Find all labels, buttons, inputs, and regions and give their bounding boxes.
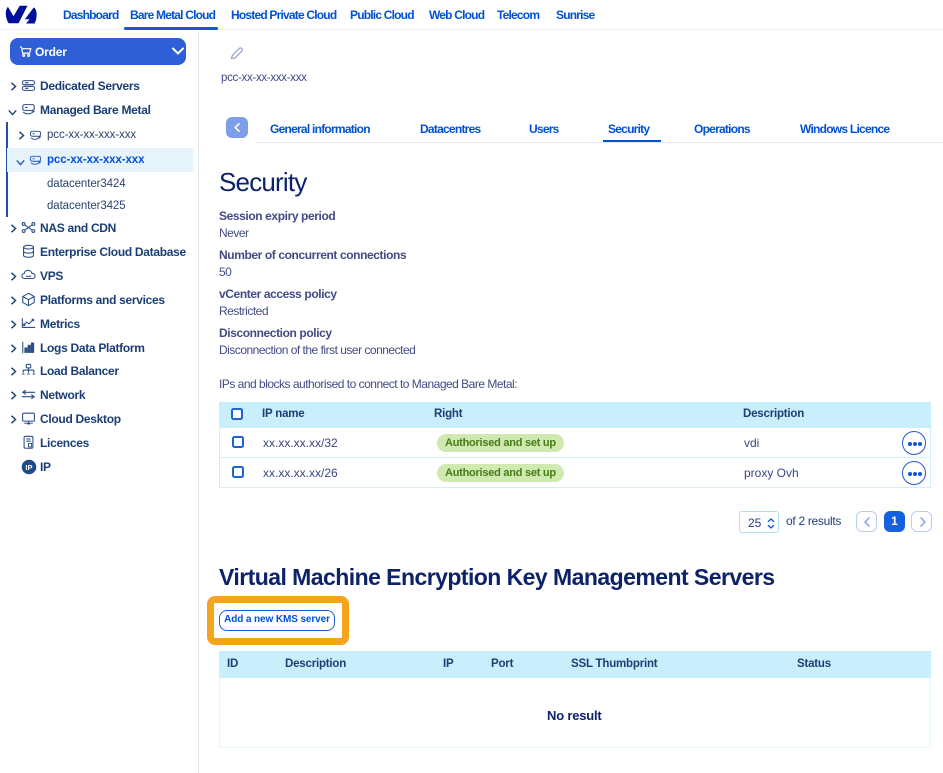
svg-text:IP: IP	[25, 462, 32, 471]
